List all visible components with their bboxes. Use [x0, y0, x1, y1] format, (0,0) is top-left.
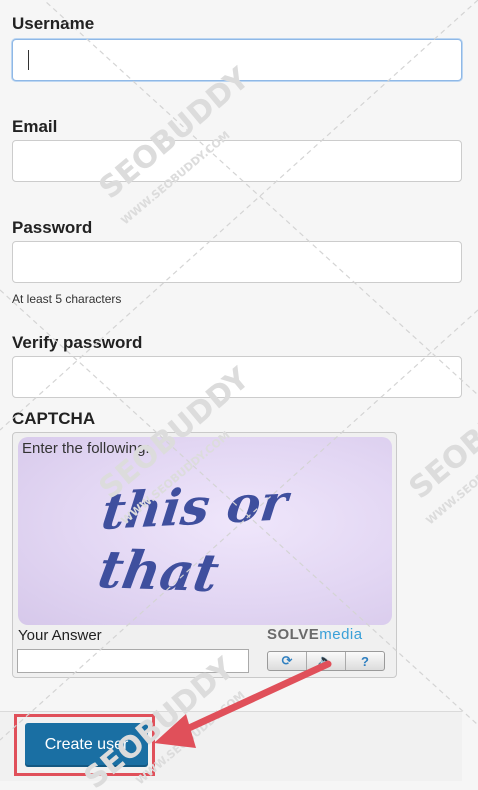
- svg-text:WWW.SEOBUDDY.COM: WWW.SEOBUDDY.COM: [424, 429, 478, 528]
- refresh-icon[interactable]: ⟳: [268, 652, 307, 670]
- password-hint: At least 5 characters: [12, 292, 122, 306]
- solvemedia-logo: SOLVEmedia: [267, 626, 363, 643]
- captcha-word-1: this or: [99, 473, 295, 541]
- captcha-word-2: that: [94, 539, 224, 604]
- username-label: Username: [12, 14, 95, 33]
- password-label: Password: [12, 218, 93, 237]
- password-input[interactable]: [12, 241, 462, 283]
- text-caret: [28, 50, 29, 70]
- email-input[interactable]: [12, 140, 462, 182]
- help-icon[interactable]: ?: [346, 652, 384, 670]
- captcha-answer-input[interactable]: [17, 649, 249, 673]
- captcha-controls: ⟳ 🔈 ?: [267, 651, 385, 671]
- captcha-image: Enter the following: this or that: [18, 437, 392, 625]
- username-input[interactable]: [12, 39, 462, 81]
- audio-icon[interactable]: 🔈: [307, 652, 346, 670]
- verify-password-input[interactable]: [12, 356, 462, 398]
- create-user-button[interactable]: Create user: [25, 723, 148, 767]
- your-answer-label: Your Answer: [18, 627, 102, 644]
- captcha-label: CAPTCHA: [12, 409, 96, 428]
- email-label: Email: [12, 117, 58, 136]
- captcha-distorted-text: this or that: [94, 473, 295, 604]
- captcha-widget: Enter the following: this or that Your A…: [12, 432, 397, 678]
- svg-text:SEOBUDDY: SEOBUDDY: [93, 60, 258, 206]
- verify-password-label: Verify password: [12, 333, 143, 352]
